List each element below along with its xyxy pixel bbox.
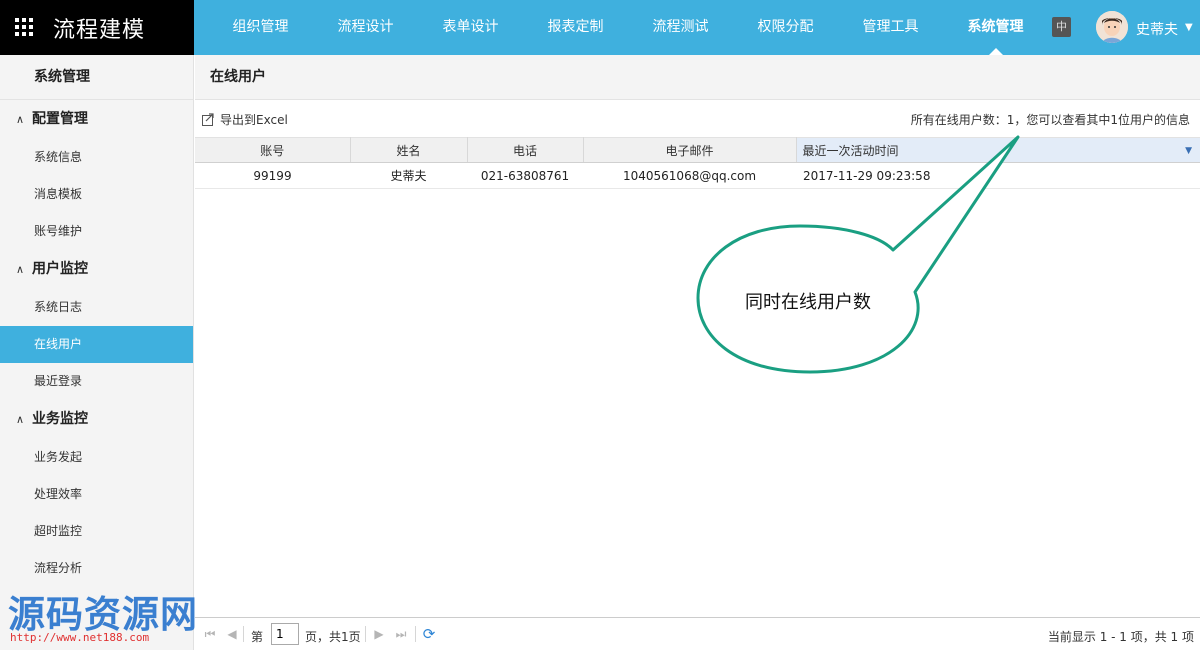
pager-divider [243,626,244,642]
pager: ⏮ ◀ 第 页，共1页 ▶ ⏭ ⟳ 当前显示 1 - 1 项，共 1 项 [195,617,1200,650]
page-number-input[interactable] [271,623,299,645]
pager-summary: 当前显示 1 - 1 项，共 1 项 [1047,630,1194,644]
page-suffix: 页，共1页 [305,630,361,644]
prev-page-icon[interactable]: ◀ [225,627,239,641]
next-page-icon[interactable]: ▶ [372,627,386,641]
first-page-icon[interactable]: ⏮ [203,627,217,641]
callout-text: 同时在线用户数 [745,292,871,313]
pager-divider [365,626,366,642]
last-page-icon[interactable]: ⏭ [394,627,408,641]
pager-divider [415,626,416,642]
page-prefix: 第 [251,630,264,644]
refresh-icon[interactable]: ⟳ [422,627,436,642]
callout-bubble [696,135,1020,374]
